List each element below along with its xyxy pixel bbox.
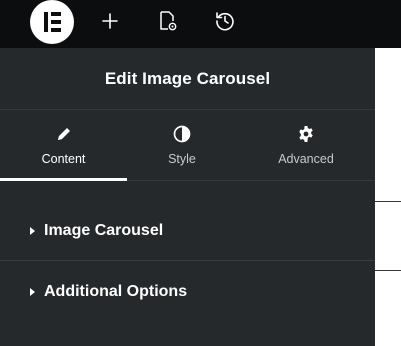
history-icon: [216, 12, 234, 31]
editor-panel: Edit Image Carousel Content Style Advanc…: [0, 48, 375, 346]
plus-icon: [102, 13, 118, 29]
gear-icon: [297, 124, 315, 144]
canvas-divider: [375, 201, 401, 202]
section-image-carousel[interactable]: Image Carousel: [0, 201, 375, 261]
canvas-divider: [375, 270, 401, 271]
tab-advanced-label: Advanced: [278, 152, 334, 166]
half-circle-icon: [173, 124, 191, 144]
canvas-preview: [375, 48, 401, 346]
tab-style[interactable]: Style: [127, 110, 237, 180]
section-label: Image Carousel: [44, 222, 164, 239]
tab-style-label: Style: [168, 152, 196, 166]
panel-tabs: Content Style Advanced: [0, 110, 375, 181]
section-label: Additional Options: [44, 283, 188, 300]
page-settings-icon: [160, 11, 177, 31]
top-toolbar: [0, 0, 401, 48]
tab-content-label: Content: [41, 152, 86, 166]
pencil-icon: [55, 124, 73, 144]
caret-right-icon: [30, 288, 35, 296]
page-settings-button[interactable]: [152, 6, 182, 36]
elementor-logo-icon[interactable]: [30, 0, 74, 44]
history-button[interactable]: [210, 6, 240, 36]
section-divider: [0, 260, 375, 261]
section-additional-options[interactable]: Additional Options: [0, 262, 375, 322]
panel-header: Edit Image Carousel: [0, 48, 375, 110]
caret-right-icon: [30, 227, 35, 235]
tab-advanced[interactable]: Advanced: [237, 110, 375, 180]
tab-content[interactable]: Content: [0, 110, 127, 181]
panel-title: Edit Image Carousel: [104, 68, 271, 88]
add-element-button[interactable]: [95, 6, 125, 36]
